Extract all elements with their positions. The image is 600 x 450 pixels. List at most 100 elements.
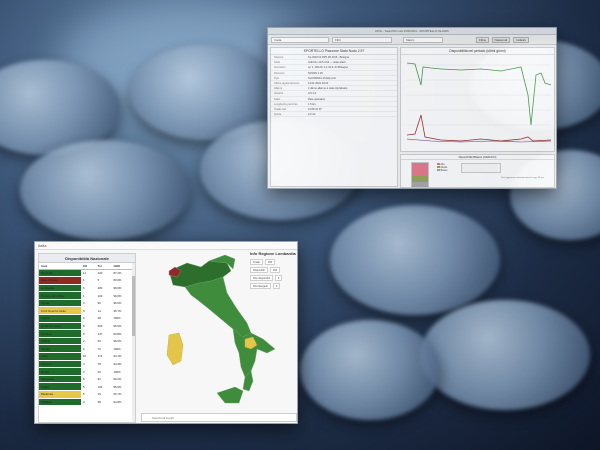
cell-tot: 220: [95, 269, 112, 278]
cell-area: Lazio: [39, 352, 81, 361]
cell-area: Marche: [39, 344, 81, 354]
table-row[interactable]: Lazio 10 172 94.1%: [39, 352, 135, 361]
detail-list: Sistema SL-4002 NI DPS 08 4016 - Bologna N…: [271, 55, 397, 118]
detail-key: Sistema: [274, 56, 284, 59]
table-row[interactable]: Umbria 2 50 96.0%: [39, 337, 135, 346]
cell-ko: 4: [81, 360, 96, 369]
table-row[interactable]: Molise 0 20 100%: [39, 367, 135, 376]
cell-ko: 9: [81, 306, 96, 316]
region-south: [232, 328, 276, 378]
summary-table: [461, 163, 501, 173]
detail-key: Lunghezza percorso: [274, 102, 298, 106]
cell-tot: 58: [95, 398, 112, 407]
toolbar: Imola Filtri Marzo Filtra Nascondi Indie…: [268, 35, 556, 45]
cell-ko: 10: [81, 352, 96, 361]
cell-ko: 5: [81, 390, 96, 399]
detail-key: Percorso: [274, 71, 285, 75]
cell-ko: 5: [81, 382, 96, 391]
table-row[interactable]: Basilicata 5 15 66.7%: [39, 390, 135, 399]
detail-key: Gestore: [274, 92, 284, 96]
table-row[interactable]: Lombardia 6 280 98.0%: [39, 284, 135, 293]
cell-area: Emilia Romagna: [39, 322, 81, 331]
table-row[interactable]: Liguria 0 48 100%: [39, 314, 135, 323]
cell-area: Molise: [39, 367, 81, 376]
table-row[interactable]: Piemonte 11 220 87.2%: [39, 269, 135, 278]
table-row[interactable]: Abruzzo 4 78 94.9%: [39, 360, 135, 369]
cell-ko: 2: [81, 337, 96, 346]
cell-ko: 11: [81, 269, 96, 278]
detail-key: Inventario: [274, 66, 286, 70]
table-row[interactable]: Emilia Romagna 8 200 96.0%: [39, 322, 135, 331]
table-row[interactable]: Marche 0 70 100%: [39, 344, 135, 354]
region-info: Info Regione Lombardia Totale 200 Dispon…: [250, 251, 296, 291]
detail-value: 14.08 10.07: [308, 107, 322, 111]
cell-tot: 172: [95, 352, 112, 361]
table-row[interactable]: Toscana 9 147 93.8%: [39, 329, 135, 338]
table-row[interactable]: Trentino Alto Adige 1 100 99.0%: [39, 291, 135, 300]
regions-table: Area KO Tot %OK Piemonte 11 220 87.2% Valle …: [39, 263, 135, 407]
cell-ko: 0: [81, 344, 96, 354]
filter-button[interactable]: Filtra: [476, 36, 489, 43]
chart-title: Disponibilità nel periodo (ultimi giorni…: [401, 48, 554, 55]
cell-area: Toscana: [39, 329, 81, 338]
cell-area: Liguria: [39, 314, 81, 323]
cell-tot: 147: [95, 329, 112, 338]
region-sicilia: [216, 386, 244, 404]
cell-tot: 280: [95, 284, 112, 293]
cell-area: Umbria: [39, 337, 81, 346]
detail-value: 1.5 km: [308, 102, 316, 106]
table-row[interactable]: Friuli Venezia Giulia 9 14 35.7%: [39, 306, 135, 316]
detail-value: Rete operativa: [308, 97, 325, 101]
cell-tot: 100: [95, 291, 112, 300]
detail-pane: SPORTELLO Piazzone Stato Nodo 2.97 Siste…: [270, 47, 398, 187]
bar-segment-red: [412, 163, 428, 176]
cell-tot: 48: [95, 314, 112, 323]
detail-key: Stato: [274, 97, 281, 101]
cell-tot: 200: [95, 322, 112, 331]
info-label-not-executed: Non Eseguiti: [250, 283, 271, 289]
table-row[interactable]: Calabria 3 58 94.8%: [39, 398, 135, 407]
panel-title: Disponibilità Nazionale: [39, 254, 135, 263]
back-button[interactable]: Indietro: [513, 36, 530, 43]
scrollbar-thumb[interactable]: [132, 276, 135, 336]
hide-button[interactable]: Nascondi: [491, 36, 511, 43]
country-header: Italia: [35, 242, 297, 250]
cell-tot: 20: [95, 367, 112, 376]
table-row[interactable]: Veneto 3 90 96.6%: [39, 299, 135, 308]
availability-chart-pane: Disponibilità nel periodo (ultimi giorni…: [400, 47, 555, 152]
detail-key: Nodo: [274, 61, 281, 65]
bar-legend: Alto Medio Basso: [437, 163, 447, 172]
cell-tot: 92: [95, 375, 112, 384]
cell-ko: 6: [81, 284, 96, 293]
table-row[interactable]: Campania 8 92 90.2%: [39, 375, 135, 384]
cell-ko: 3: [81, 398, 96, 407]
stacked-bar: [411, 162, 429, 188]
info-value-unavailable: 6: [274, 275, 283, 281]
info-title: Info Regione Lombardia: [250, 251, 296, 256]
cell-area: Basilicata: [39, 390, 81, 399]
site-field[interactable]: Imola: [271, 36, 329, 43]
detail-row: Quota 2.0 rel.: [271, 112, 397, 118]
cell-ko: 1: [81, 276, 96, 285]
legend-item-low: Basso: [437, 169, 447, 172]
detail-pane-title: SPORTELLO Piazzone Stato Nodo 2.97: [271, 48, 397, 55]
table-row[interactable]: Puglia 5 100 95.0%: [39, 382, 135, 391]
cell-tot: 100: [95, 382, 112, 391]
info-label-available: Disponibili: [250, 267, 268, 273]
cell-ko: 3: [81, 299, 96, 308]
window-title: DOG - Searchfor HA 1/05/2024 - SPORTELLO…: [268, 28, 556, 35]
cell-ko: 9: [81, 329, 96, 338]
info-value-total: 200: [264, 259, 276, 265]
cell-ko: 1: [81, 291, 96, 300]
search-field[interactable]: Seleziona luoghi: [141, 413, 297, 422]
month-field[interactable]: Marzo: [403, 36, 443, 43]
cell-area: Abruzzo: [39, 360, 81, 369]
availability-line-chart: [406, 62, 552, 143]
cell-tot: 90: [95, 299, 112, 308]
filter-field[interactable]: Filtri: [332, 36, 392, 43]
detail-value: Indirizzo 10.5.4.62 — stato attivo: [308, 61, 346, 65]
detail-key: Ultimo aggiornamento: [274, 81, 300, 85]
table-row[interactable]: Valle d'Aosta 1 5 80.0%: [39, 276, 135, 285]
info-value-available: 194: [269, 267, 281, 273]
detail-key: Totale cavi: [274, 107, 287, 111]
